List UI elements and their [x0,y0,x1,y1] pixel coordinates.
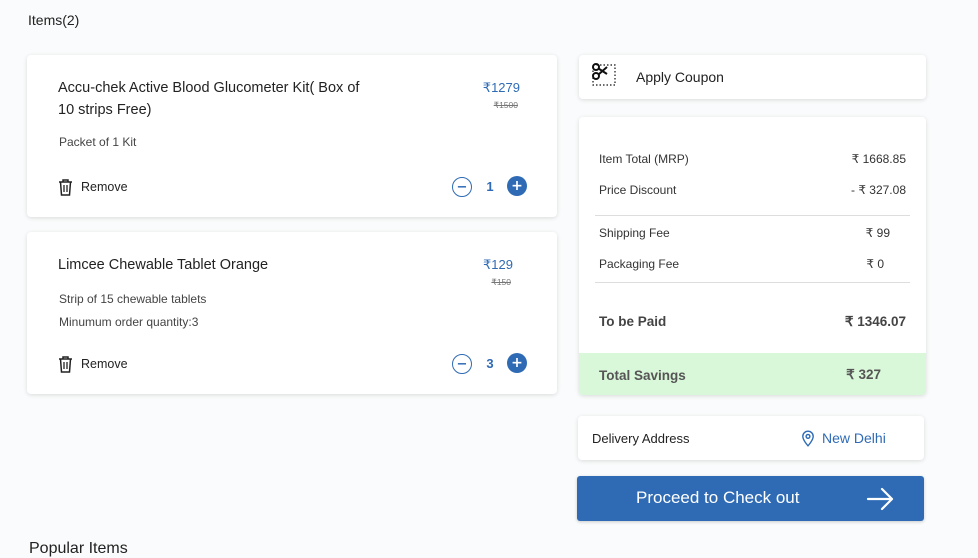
total-savings-value: ₹ 327 [846,367,881,382]
remove-button[interactable]: Remove [58,178,128,196]
price-discount-row: Price Discount - ₹ 327.08 [599,183,906,197]
item-min-order: Minumum order quantity:3 [59,315,199,329]
increase-quantity-button[interactable]: + [507,353,527,373]
item-total-label: Item Total (MRP) [599,152,689,166]
item-name-line1: Limcee Chewable Tablet Orange [58,257,269,273]
item-name[interactable]: Accu-chek Active Blood Glucometer Kit( B… [58,77,388,121]
scissors-coupon-icon [592,63,616,86]
item-name[interactable]: Limcee Chewable Tablet Orange [58,254,388,276]
items-heading: Items(2) [28,12,80,28]
total-savings-banner: Total Savings ₹ 327 [579,353,926,395]
remove-label: Remove [81,180,128,194]
item-name-line2: 10 strips Free) [58,102,152,118]
to-be-paid-label: To be Paid [599,314,667,329]
checkout-label: Proceed to Check out [636,488,800,507]
item-mrp: ₹150 [491,277,511,287]
to-be-paid-row: To be Paid ₹ 1346.07 [599,314,906,330]
quantity-value: 3 [486,356,494,371]
item-name-line1: Accu-chek Active Blood Glucometer Kit( B… [58,80,360,96]
proceed-to-checkout-button[interactable]: Proceed to Check out [577,476,924,521]
item-price: ₹1279 [482,80,520,95]
decrease-quantity-button[interactable]: − [452,354,472,374]
location-pin-icon [802,430,814,447]
price-discount-value: - ₹ 327.08 [850,183,906,197]
increase-quantity-button[interactable]: + [507,176,527,196]
quantity-value: 1 [486,179,494,194]
popular-items-heading: Popular Items [29,540,128,557]
apply-coupon-label: Apply Coupon [636,69,724,85]
packaging-fee-value: ₹ 0 [866,257,884,271]
remove-button[interactable]: Remove [58,355,128,373]
cart-item-card: Limcee Chewable Tablet Orange ₹129 ₹150 … [27,232,557,394]
shipping-fee-label: Shipping Fee [599,226,670,240]
packaging-fee-row: Packaging Fee ₹ 0 [599,257,906,271]
cart-item-card: Accu-chek Active Blood Glucometer Kit( B… [27,55,557,217]
delivery-address[interactable]: Delivery Address New Delhi [578,416,924,460]
trash-icon [59,356,72,373]
summary-divider [595,215,910,216]
summary-divider [595,282,910,283]
item-pack-size: Strip of 15 chewable tablets [59,292,207,306]
item-pack-size: Packet of 1 Kit [59,135,137,149]
delivery-city[interactable]: New Delhi [822,430,886,446]
item-total-row: Item Total (MRP) ₹ 1668.85 [599,152,906,166]
item-total-value: ₹ 1668.85 [851,152,906,166]
to-be-paid-value: ₹ 1346.07 [844,314,906,329]
shipping-fee-row: Shipping Fee ₹ 99 [599,226,906,240]
item-price: ₹129 [483,257,513,272]
total-savings-label: Total Savings [599,367,686,383]
trash-icon [59,179,72,196]
shipping-fee-value: ₹ 99 [865,226,890,240]
item-mrp: ₹1500 [493,100,518,110]
order-summary: Item Total (MRP) ₹ 1668.85 Price Discoun… [579,117,926,395]
decrease-quantity-button[interactable]: − [452,177,472,197]
apply-coupon-button[interactable]: Apply Coupon [579,55,926,99]
delivery-address-label: Delivery Address [592,431,690,446]
packaging-fee-label: Packaging Fee [599,257,680,271]
remove-label: Remove [81,357,128,371]
price-discount-label: Price Discount [599,183,677,197]
arrow-right-icon [866,487,894,511]
